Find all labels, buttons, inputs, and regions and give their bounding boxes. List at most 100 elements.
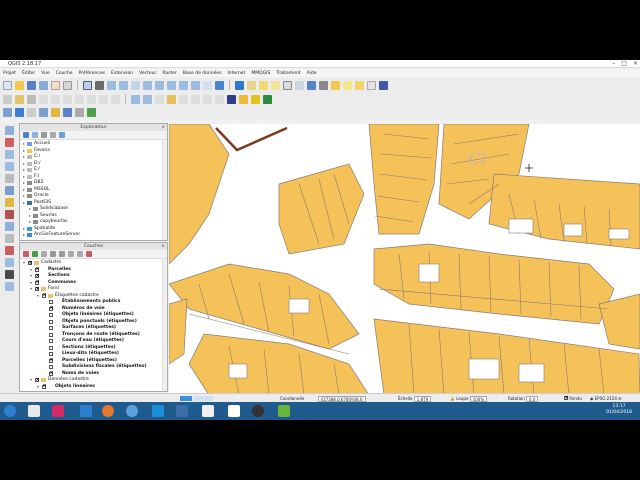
messages-icon[interactable]: ✉ <box>618 396 621 401</box>
text-annotation-icon[interactable] <box>367 80 376 90</box>
python-console-icon[interactable] <box>379 80 388 90</box>
menu-base-de-donnees[interactable]: Base de données <box>183 71 222 76</box>
expand-arrow-icon[interactable]: ▾ <box>30 286 33 293</box>
expand-all-icon[interactable] <box>68 251 74 257</box>
layer-visibility-checkbox[interactable] <box>35 279 40 286</box>
new-spatialite-icon[interactable] <box>4 282 14 291</box>
python-plugin-icon[interactable] <box>239 94 248 104</box>
menu-extension[interactable]: Extension <box>111 71 133 76</box>
map-svg[interactable]: CI <box>169 124 640 395</box>
add-raster-side-icon[interactable] <box>4 162 14 171</box>
add-vector-tile-icon[interactable] <box>4 246 14 255</box>
expand-arrow-icon[interactable]: ▸ <box>23 232 25 239</box>
taskbar-clock[interactable]: 13:17 01/04/2018 <box>606 404 632 416</box>
statistics-sum-icon[interactable] <box>307 80 316 90</box>
add-db-layer-icon[interactable] <box>4 174 14 183</box>
save-as-icon[interactable] <box>39 80 48 90</box>
add-feature-icon[interactable] <box>39 94 48 104</box>
layer-item[interactable]: ▾ Objets lineaires <box>23 383 167 391</box>
layer-visibility-checkbox[interactable] <box>49 319 53 324</box>
start-button-icon[interactable] <box>4 405 16 417</box>
close-icon[interactable]: × <box>161 243 165 250</box>
zoom-layer-icon[interactable] <box>155 80 164 90</box>
menu-raster[interactable]: Raster <box>162 71 177 76</box>
menu-vue[interactable]: Vue <box>41 71 49 76</box>
save-project-icon[interactable] <box>27 80 36 90</box>
add-layers-icon[interactable] <box>32 132 38 138</box>
layer-visibility-checkbox[interactable] <box>35 273 40 279</box>
layer-visibility-checkbox[interactable] <box>49 305 54 312</box>
remove-layer-icon[interactable] <box>86 251 92 257</box>
layer-visibility-checkbox[interactable] <box>49 313 53 318</box>
taskbar-app-icon[interactable] <box>176 405 188 417</box>
add-wcs-icon[interactable] <box>75 108 84 117</box>
add-raster-layer-icon[interactable] <box>15 108 24 117</box>
add-group-icon[interactable] <box>32 251 38 257</box>
zoom-last-icon[interactable] <box>179 80 188 90</box>
add-layer-icon[interactable] <box>4 150 14 159</box>
add-wfs-icon[interactable] <box>87 108 96 117</box>
current-edits-icon[interactable] <box>3 94 12 104</box>
print-composer-icon[interactable] <box>51 80 60 90</box>
expand-arrow-icon[interactable]: ▾ <box>37 293 40 300</box>
layer-visibility-checkbox[interactable] <box>49 332 53 337</box>
menu-internet[interactable]: Internet <box>227 71 245 76</box>
taskbar-app-icon[interactable] <box>228 405 240 417</box>
layer-visibility-checkbox[interactable] <box>49 345 53 350</box>
maximize-icon[interactable]: □ <box>621 60 627 67</box>
taskbar-app-icon[interactable] <box>252 405 264 417</box>
zoom-selection-icon[interactable] <box>167 80 176 90</box>
label-rotate-icon[interactable] <box>203 94 212 104</box>
taskbar-app-icon[interactable] <box>28 405 40 417</box>
plugin-green-icon[interactable] <box>263 94 272 104</box>
expand-arrow-icon[interactable]: ▸ <box>23 200 25 207</box>
menu-traitement[interactable]: Traitement <box>276 71 300 76</box>
firefox-icon[interactable] <box>102 405 114 417</box>
filter-icon[interactable] <box>41 132 47 138</box>
filter-expression-icon[interactable] <box>59 251 65 257</box>
new-bookmark-icon[interactable] <box>343 80 352 90</box>
taskbar-app-icon[interactable] <box>52 405 64 417</box>
filter-legend-icon[interactable] <box>50 251 56 257</box>
deselect-icon[interactable] <box>271 80 280 90</box>
select-features-icon[interactable] <box>247 80 256 90</box>
new-map-view-icon[interactable] <box>203 80 212 90</box>
lock-icon[interactable]: 🔒 <box>450 396 455 401</box>
close-icon[interactable]: × <box>161 124 165 131</box>
menu-mmqgis[interactable]: MMQGIS <box>251 71 270 76</box>
delete-selected-icon[interactable] <box>75 94 84 104</box>
menu-aide[interactable]: Aide <box>307 71 317 76</box>
plugin-dark-icon[interactable] <box>227 94 236 104</box>
taskbar-app-icon[interactable] <box>80 405 92 417</box>
map-tips-icon[interactable] <box>331 80 340 90</box>
paste-features-icon[interactable] <box>111 94 120 104</box>
collapse-all-icon[interactable] <box>77 251 83 257</box>
layer-visibility-checkbox[interactable] <box>28 260 33 266</box>
add-wms-side-icon[interactable] <box>4 198 14 207</box>
add-wfs-side-icon[interactable] <box>4 234 14 243</box>
map-canvas[interactable]: CI <box>169 124 640 395</box>
refresh-icon[interactable] <box>23 132 29 138</box>
node-tool-icon[interactable] <box>63 94 72 104</box>
explorer-scrollbar[interactable] <box>162 140 167 240</box>
taskbar-app-icon[interactable] <box>202 405 214 417</box>
minimize-icon[interactable]: – <box>612 60 615 67</box>
measure-icon[interactable] <box>319 80 328 90</box>
layer-visibility-checkbox[interactable] <box>49 339 53 344</box>
save-edits-icon[interactable] <box>27 94 36 104</box>
field-calculator-icon[interactable] <box>295 80 304 90</box>
menu-projet[interactable]: Projet <box>3 71 16 76</box>
plugin-yellow-icon[interactable] <box>251 94 260 104</box>
render-checkbox[interactable] <box>564 395 569 401</box>
zoom-full-icon[interactable] <box>143 80 152 90</box>
label-move-icon[interactable] <box>191 94 200 104</box>
layer-visibility-checkbox[interactable] <box>49 352 53 357</box>
label-pin-icon[interactable] <box>167 94 176 104</box>
copy-features-icon[interactable] <box>99 94 108 104</box>
collapse-all-icon[interactable] <box>50 132 56 138</box>
pan-icon[interactable] <box>83 80 92 90</box>
menu-editer[interactable]: Éditer <box>22 71 35 76</box>
qgis-taskbar-icon[interactable] <box>278 405 290 417</box>
crs-button[interactable]: EPSG:2154 <box>595 396 617 401</box>
layer-visibility-checkbox[interactable] <box>49 300 53 305</box>
